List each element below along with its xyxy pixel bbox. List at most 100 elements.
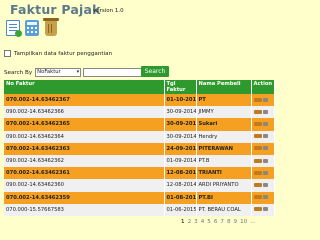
table-row[interactable]: 070.002-14.6346236324-09-2014PITERAWAN bbox=[4, 142, 275, 155]
chevron-down-icon: ▾ bbox=[76, 69, 80, 75]
view-icon[interactable] bbox=[262, 158, 268, 163]
col-header-no-faktur[interactable]: No Faktur bbox=[4, 80, 165, 94]
cell-nama-pembeli: PT. BERAU COAL bbox=[196, 203, 252, 216]
search-bar: Search By NoFaktur ▾ bbox=[4, 68, 145, 77]
page-link[interactable]: 3 bbox=[194, 219, 198, 225]
table-row[interactable]: 090.002-14.63462366 30-09-2014 JIMMY bbox=[4, 106, 275, 119]
col-header-action: Action bbox=[251, 80, 275, 94]
cell-tgl-faktur: 01-10-2014 bbox=[164, 94, 197, 107]
cell-no-faktur: 070.002-14.63462365 bbox=[4, 118, 165, 131]
cell-nama-pembeli: PT bbox=[196, 94, 252, 107]
cell-no-faktur: 070.002-14.63462359 bbox=[4, 191, 165, 204]
page-link[interactable]: 7 bbox=[220, 219, 224, 225]
page-link[interactable]: 10 bbox=[240, 219, 247, 225]
table-row[interactable]: 090.002-14.63462362 01-09-2014 PT.B bbox=[4, 154, 275, 168]
table-row[interactable]: 070.002-14.6346235901-08-2014PT.BI bbox=[4, 191, 275, 204]
show-replacement-filter: Tampilkan data faktur penggantian bbox=[4, 50, 112, 57]
cell-no-faktur: 070.002-14.63462367 bbox=[4, 94, 165, 107]
edit-icon[interactable] bbox=[253, 134, 262, 139]
cell-action bbox=[251, 203, 275, 216]
view-icon[interactable] bbox=[262, 109, 268, 114]
cell-no-faktur: 070.002-14.63462363 bbox=[4, 142, 165, 155]
faktur-table: No Faktur Tgl Faktur Nama Pembeli Action… bbox=[4, 80, 275, 216]
trash-icon[interactable] bbox=[43, 18, 59, 36]
cell-nama-pembeli: ARDI PRIYANTO bbox=[196, 179, 252, 192]
page-link[interactable]: 1 bbox=[181, 219, 185, 225]
app-version: version 1.0 bbox=[93, 8, 124, 14]
new-document-icon[interactable] bbox=[6, 20, 22, 37]
table-row[interactable]: 070.002-14.6346236530-09-2014Sukari bbox=[4, 118, 275, 131]
table-row[interactable]: 070.000-15.57667583 01-06-2015 PT. BERAU C… bbox=[4, 203, 275, 216]
cell-action bbox=[251, 94, 275, 107]
edit-icon[interactable] bbox=[253, 97, 262, 102]
cell-tgl-faktur: 01-09-2014 bbox=[164, 154, 197, 168]
page-link[interactable]: 6 bbox=[214, 219, 218, 225]
cell-tgl-faktur: 30-09-2014 bbox=[164, 106, 197, 119]
cell-tgl-faktur: 01-06-2015 bbox=[164, 203, 197, 216]
pagination: 1 2 3 4 5 6 7 8 9 10... bbox=[181, 219, 256, 225]
cell-nama-pembeli: Sukari bbox=[196, 118, 252, 131]
page-link[interactable]: 5 bbox=[207, 219, 211, 225]
page-link[interactable]: ... bbox=[250, 219, 255, 225]
cell-action bbox=[251, 106, 275, 119]
table-row[interactable]: 070.002-14.6346236701-10-2014PT bbox=[4, 94, 275, 107]
page-link[interactable]: 4 bbox=[201, 219, 205, 225]
calculator-icon[interactable] bbox=[25, 20, 39, 36]
edit-icon[interactable] bbox=[253, 195, 262, 200]
view-icon[interactable] bbox=[262, 195, 268, 200]
cell-no-faktur: 090.002-14.63462364 bbox=[4, 130, 165, 143]
cell-tgl-faktur: 12-08-2014 bbox=[164, 179, 197, 192]
view-icon[interactable] bbox=[262, 146, 268, 151]
col-header-tgl-faktur[interactable]: Tgl Faktur bbox=[164, 80, 197, 94]
app-title: Faktur Pajak bbox=[10, 2, 101, 17]
cell-tgl-faktur: 24-09-2014 bbox=[164, 142, 197, 155]
cell-action bbox=[251, 154, 275, 168]
view-icon[interactable] bbox=[262, 97, 268, 102]
cell-nama-pembeli: PT.B bbox=[196, 154, 252, 168]
view-icon[interactable] bbox=[262, 182, 268, 187]
table-row[interactable]: 090.002-14.63462360 12-08-2014 ARDI PRIYAN… bbox=[4, 179, 275, 192]
cell-tgl-faktur: 30-09-2014 bbox=[164, 118, 197, 131]
cell-nama-pembeli: JIMMY bbox=[196, 106, 252, 119]
cell-no-faktur: 070.002-14.63462361 bbox=[4, 167, 165, 180]
cell-action bbox=[251, 179, 275, 192]
show-replacement-label: Tampilkan data faktur penggantian bbox=[14, 50, 113, 57]
view-icon[interactable] bbox=[262, 170, 268, 175]
table-row[interactable]: 070.002-14.6346236112-08-2014TRIANTI bbox=[4, 167, 275, 180]
search-by-label: Search By bbox=[4, 69, 33, 76]
page-link[interactable]: 9 bbox=[234, 219, 238, 225]
view-icon[interactable] bbox=[262, 207, 268, 212]
edit-icon[interactable] bbox=[253, 182, 262, 187]
show-replacement-checkbox[interactable] bbox=[4, 50, 11, 57]
page-link[interactable]: 2 bbox=[188, 219, 192, 225]
edit-icon[interactable] bbox=[253, 170, 262, 175]
page-link[interactable]: 8 bbox=[227, 219, 231, 225]
search-input[interactable] bbox=[83, 68, 145, 77]
toolbar bbox=[6, 18, 59, 37]
cell-no-faktur: 090.002-14.63462362 bbox=[4, 154, 165, 168]
view-icon[interactable] bbox=[262, 134, 268, 139]
cell-no-faktur: 090.002-14.63462366 bbox=[4, 106, 165, 119]
cell-action bbox=[251, 191, 275, 204]
cell-action bbox=[251, 118, 275, 131]
table-header-row: No Faktur Tgl Faktur Nama Pembeli Action bbox=[4, 80, 275, 94]
table-row[interactable]: 090.002-14.63462364 30-09-2014 Hendry bbox=[4, 130, 275, 143]
edit-icon[interactable] bbox=[253, 158, 262, 163]
col-header-nama-pembeli[interactable]: Nama Pembeli bbox=[196, 80, 252, 94]
edit-icon[interactable] bbox=[253, 207, 262, 212]
cell-no-faktur: 070.000-15.57667583 bbox=[4, 203, 165, 216]
cell-action bbox=[251, 142, 275, 155]
search-button[interactable]: Search bbox=[141, 66, 169, 77]
edit-icon[interactable] bbox=[253, 121, 262, 126]
search-field-value: NoFaktur bbox=[37, 69, 61, 75]
edit-icon[interactable] bbox=[253, 146, 262, 151]
cell-action bbox=[251, 167, 275, 180]
cell-nama-pembeli: TRIANTI bbox=[196, 167, 252, 180]
cell-nama-pembeli: PITERAWAN bbox=[196, 142, 252, 155]
edit-icon[interactable] bbox=[253, 109, 262, 114]
cell-tgl-faktur: 01-08-2014 bbox=[164, 191, 197, 204]
view-icon[interactable] bbox=[262, 121, 268, 126]
cell-tgl-faktur: 12-08-2014 bbox=[164, 167, 197, 180]
cell-nama-pembeli: PT.BI bbox=[196, 191, 252, 204]
search-field-select[interactable]: NoFaktur ▾ bbox=[35, 68, 82, 77]
